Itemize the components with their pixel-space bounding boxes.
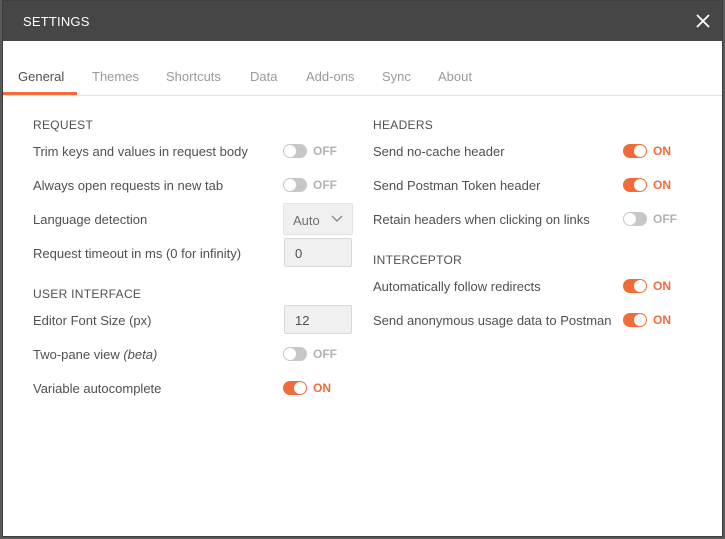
language-detection-label: Language detection: [33, 212, 148, 227]
close-icon[interactable]: [694, 12, 712, 30]
variable-autocomplete-toggle[interactable]: ON: [283, 380, 343, 396]
toggle-knob: [284, 179, 296, 191]
toggle-state: ON: [653, 279, 671, 293]
request-timeout-label: Request timeout in ms (0 for infinity): [33, 246, 242, 261]
active-tab-indicator: [3, 92, 77, 95]
toggle-state: ON: [653, 144, 671, 158]
toggle-knob: [284, 348, 296, 360]
toggle-state: ON: [653, 313, 671, 327]
anonymous-usage-label: Send anonymous usage data to Postman: [373, 313, 612, 328]
anonymous-usage-toggle[interactable]: ON: [623, 312, 683, 328]
select-value: Auto: [293, 213, 320, 228]
toggle-knob: [634, 179, 646, 191]
tab-about[interactable]: About: [438, 69, 472, 84]
tab-sync[interactable]: Sync: [382, 69, 411, 84]
variable-autocomplete-label: Variable autocomplete: [33, 381, 162, 396]
toggle-knob: [294, 382, 306, 394]
two-pane-view-label: Two-pane view (beta): [33, 347, 157, 362]
toggle-state: OFF: [653, 212, 677, 226]
tab-bar: General Themes Shortcuts Data Add-ons Sy…: [3, 41, 722, 96]
no-cache-header-toggle[interactable]: ON: [623, 143, 683, 159]
retain-headers-label: Retain headers when clicking on links: [373, 212, 590, 227]
settings-dialog: SETTINGS General Themes Shortcuts Data A…: [2, 0, 723, 537]
trim-keys-toggle[interactable]: OFF: [283, 143, 343, 159]
toggle-state: ON: [313, 381, 331, 395]
toggle-state: ON: [653, 178, 671, 192]
section-headers-title: HEADERS: [373, 118, 434, 132]
toggle-knob: [634, 280, 646, 292]
dialog-title: SETTINGS: [23, 14, 90, 29]
toggle-state: OFF: [313, 144, 337, 158]
request-timeout-input[interactable]: 0: [284, 238, 352, 267]
beta-tag: (beta): [123, 347, 158, 362]
toggle-knob: [624, 213, 636, 225]
toggle-knob: [634, 145, 646, 157]
section-interceptor-title: INTERCEPTOR: [373, 253, 463, 267]
editor-font-size-input[interactable]: 12: [284, 305, 352, 334]
two-pane-view-toggle[interactable]: OFF: [283, 346, 343, 362]
tab-data[interactable]: Data: [250, 69, 277, 84]
postman-token-header-toggle[interactable]: ON: [623, 177, 683, 193]
follow-redirects-toggle[interactable]: ON: [623, 278, 683, 294]
chevron-down-icon: [331, 215, 343, 222]
follow-redirects-label: Automatically follow redirects: [373, 279, 541, 294]
section-request-title: REQUEST: [33, 118, 94, 132]
toggle-knob: [634, 314, 646, 326]
postman-token-header-label: Send Postman Token header: [373, 178, 541, 193]
titlebar: SETTINGS: [3, 1, 722, 41]
section-user-interface-title: USER INTERFACE: [33, 287, 142, 301]
toggle-state: OFF: [313, 347, 337, 361]
trim-keys-label: Trim keys and values in request body: [33, 144, 248, 159]
toggle-state: OFF: [313, 178, 337, 192]
editor-font-size-label: Editor Font Size (px): [33, 313, 152, 328]
two-pane-view-text: Two-pane view: [33, 347, 120, 362]
language-detection-select[interactable]: Auto: [283, 203, 353, 235]
always-open-label: Always open requests in new tab: [33, 178, 224, 193]
tab-shortcuts[interactable]: Shortcuts: [166, 69, 221, 84]
toggle-knob: [284, 145, 296, 157]
no-cache-header-label: Send no-cache header: [373, 144, 505, 159]
retain-headers-toggle[interactable]: OFF: [623, 211, 683, 227]
always-open-toggle[interactable]: OFF: [283, 177, 343, 193]
tab-general[interactable]: General: [18, 69, 64, 84]
tab-themes[interactable]: Themes: [92, 69, 139, 84]
tab-add-ons[interactable]: Add-ons: [306, 69, 354, 84]
